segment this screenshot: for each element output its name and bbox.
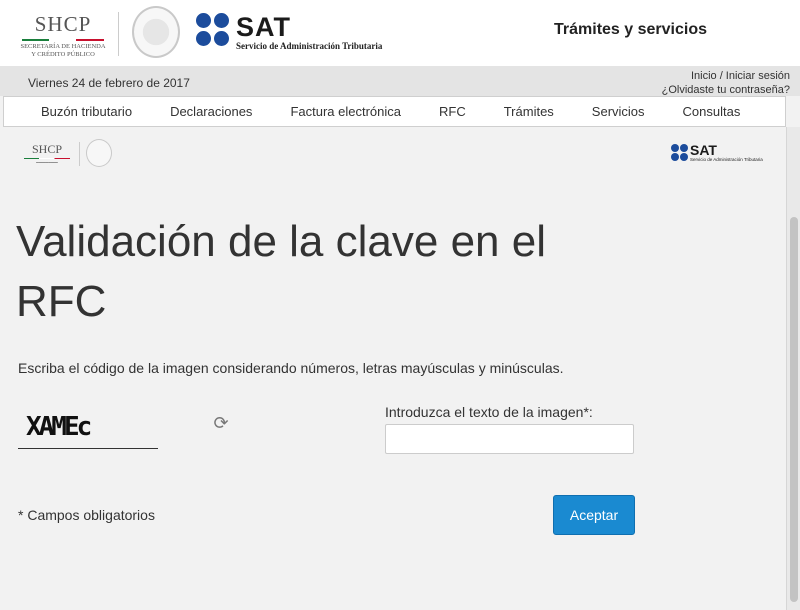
- current-date: Viernes 24 de febrero de 2017: [28, 76, 190, 90]
- national-seal-icon: [132, 6, 180, 58]
- sat-sub-logo-subtitle: Servicio de Administración Tributaria: [690, 157, 763, 162]
- shcp-sub-logo: SHCP ━━━━━━━━━: [22, 142, 72, 165]
- logo-divider: [118, 12, 119, 56]
- shcp-logo-rule: [22, 39, 104, 41]
- nav-item-factura[interactable]: Factura electrónica: [290, 104, 401, 119]
- shcp-logo-subtitle-1: SECRETARÍA DE HACIENDA: [20, 43, 106, 50]
- login-link[interactable]: Inicio / Iniciar sesión: [662, 69, 790, 83]
- vertical-scrollbar[interactable]: [786, 127, 800, 610]
- accept-button[interactable]: Aceptar: [553, 495, 635, 535]
- refresh-icon[interactable]: ⟳: [211, 413, 231, 433]
- national-seal-small-icon: [86, 139, 112, 167]
- sat-logo-text[interactable]: SAT: [236, 12, 291, 43]
- shcp-sub-logo-rule: [24, 158, 70, 159]
- login-links: Inicio / Iniciar sesión ¿Olvidaste tu co…: [662, 69, 790, 97]
- nav-item-declaraciones[interactable]: Declaraciones: [170, 104, 252, 119]
- nav-item-rfc[interactable]: RFC: [439, 104, 466, 119]
- nav-item-consultas[interactable]: Consultas: [683, 104, 741, 119]
- shcp-logo-text: SHCP: [34, 12, 92, 36]
- captcha-input[interactable]: [385, 424, 634, 454]
- shcp-sub-logo-text: SHCP: [31, 142, 63, 156]
- captcha-input-label: Introduzca el texto de la imagen*:: [385, 404, 593, 420]
- shcp-logo-subtitle-2: Y CRÉDITO PÚBLICO: [31, 51, 95, 58]
- sat-dots-icon[interactable]: [196, 13, 232, 49]
- shcp-logo[interactable]: SHCP SECRETARÍA DE HACIENDA Y CRÉDITO PÚ…: [18, 12, 108, 59]
- scrollbar-thumb[interactable]: [790, 217, 798, 602]
- captcha-underline: [18, 448, 158, 449]
- captcha-code: XAMEc: [26, 412, 92, 442]
- instructions-text: Escriba el código de la imagen considera…: [18, 360, 564, 376]
- sub-logo-divider: [79, 142, 80, 166]
- forgot-password-link[interactable]: ¿Olvidaste tu contraseña?: [662, 83, 790, 97]
- required-fields-note: * Campos obligatorios: [18, 507, 155, 523]
- tramites-heading: Trámites y servicios: [554, 21, 707, 38]
- shcp-sub-logo-lines: ━━━━━━━━━: [36, 160, 58, 165]
- main-nav: Buzón tributario Declaraciones Factura e…: [3, 96, 786, 127]
- sat-sub-logo-text: SAT: [690, 142, 717, 158]
- page-title: Validación de la clave en el RFC: [16, 217, 546, 326]
- sat-logo-subtitle: Servicio de Administración Tributaria: [236, 41, 383, 51]
- nav-item-buzon[interactable]: Buzón tributario: [41, 104, 132, 119]
- sat-dots-small-icon: [671, 144, 689, 162]
- nav-item-servicios[interactable]: Servicios: [592, 104, 645, 119]
- captcha-image: XAMEc: [18, 408, 158, 450]
- nav-item-tramites[interactable]: Trámites: [504, 104, 554, 119]
